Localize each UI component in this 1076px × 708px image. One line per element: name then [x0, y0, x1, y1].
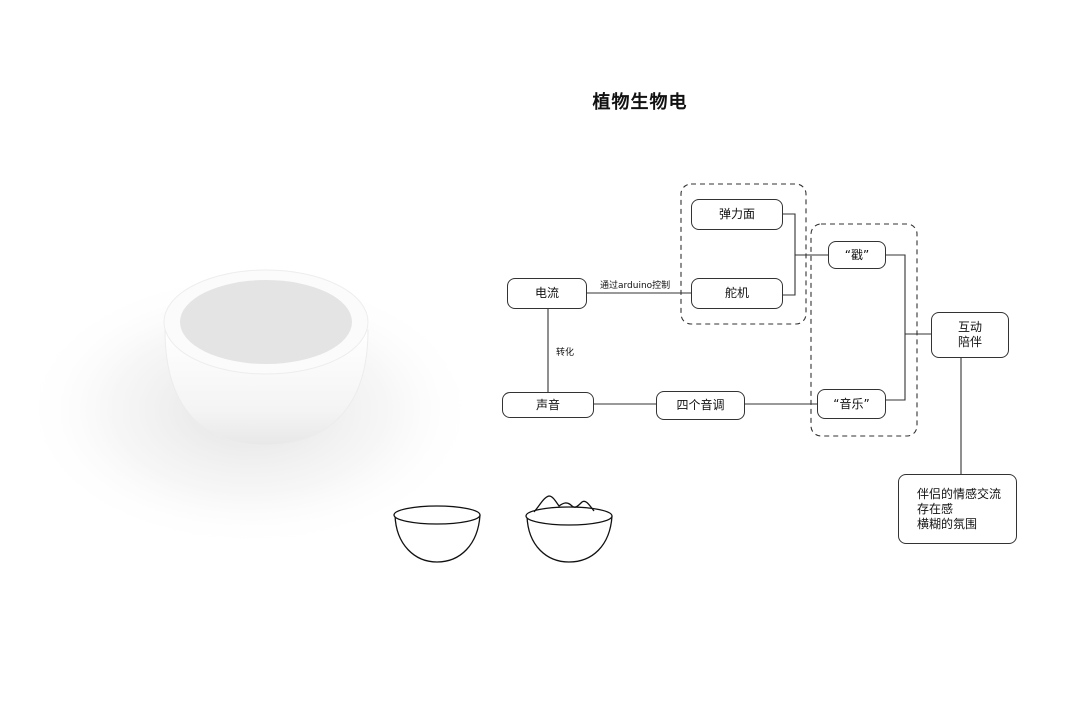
- node-spring-surface-label: 弹力面: [718, 207, 755, 221]
- node-interaction-line2: 陪伴: [957, 335, 982, 349]
- node-spring-surface: 弹力面: [691, 199, 783, 230]
- node-music-label: “音乐”: [833, 396, 870, 411]
- node-music: “音乐”: [817, 389, 886, 419]
- node-sound-label: 声音: [535, 397, 560, 412]
- diagram-title: 植物生物电: [592, 92, 688, 113]
- node-interaction: 互动 陪伴: [931, 312, 1009, 358]
- node-poke: “戳”: [828, 241, 886, 269]
- edge-label-convert: 转化: [556, 348, 575, 358]
- node-poke-label: “戳”: [844, 247, 870, 262]
- sketch-bowl-bumps-rim: [525, 506, 613, 526]
- node-current: 电流: [507, 278, 587, 309]
- node-feelings-line2: 存在感: [917, 501, 954, 516]
- node-current-label: 电流: [534, 286, 559, 300]
- node-interaction-line1: 互动: [957, 320, 982, 334]
- diagram-canvas: 植物生物电 电流 弹力面 舵机 “戳” 互动 陪伴 声音 四个音调 “音乐” 伴…: [0, 0, 1076, 708]
- node-servo: 舵机: [691, 278, 783, 309]
- node-feelings-line3: 横糊的氛围: [917, 516, 978, 531]
- node-four-tones-label: 四个音调: [676, 398, 725, 412]
- edge-label-arduino: 通过arduino控制: [600, 281, 671, 291]
- node-sound: 声音: [502, 392, 594, 418]
- node-feelings: 伴侣的情感交流 存在感 横糊的氛围: [898, 474, 1017, 544]
- node-feelings-line1: 伴侣的情感交流: [917, 486, 1002, 501]
- bowl-sketches: [393, 495, 613, 563]
- node-servo-label: 舵机: [724, 286, 749, 300]
- node-four-tones: 四个音调: [656, 391, 745, 420]
- sketch-bowl-empty-rim: [393, 505, 481, 525]
